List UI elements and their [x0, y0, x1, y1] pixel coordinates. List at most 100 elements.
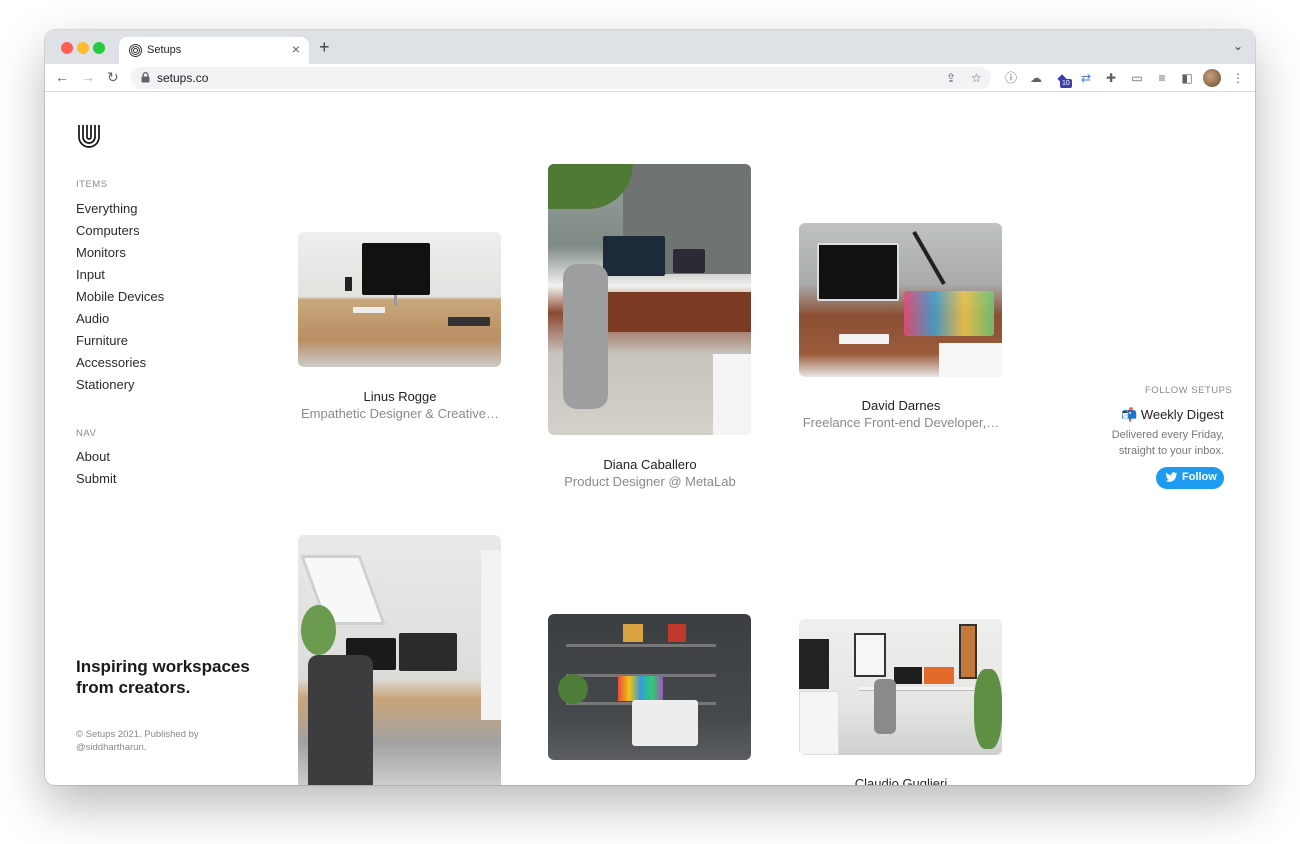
- chair-shape: [563, 264, 608, 409]
- tab-strip: Setups × + ⌄: [45, 30, 1255, 64]
- setups-favicon-icon: [129, 44, 142, 57]
- items-section-label: ITEMS: [76, 179, 108, 190]
- setups-logo-icon[interactable]: [76, 123, 102, 149]
- extensions-puzzle-icon[interactable]: ✚: [1103, 70, 1119, 86]
- nav-section-label: NAV: [76, 428, 97, 439]
- speaker-shape: [345, 277, 352, 291]
- card-name[interactable]: David Darnes: [796, 398, 1006, 413]
- profile-avatar[interactable]: [1203, 69, 1221, 87]
- monitor-right-shape: [924, 667, 954, 684]
- setup-photo-claudio-guglieri[interactable]: [799, 619, 1002, 755]
- sidebar-item-input[interactable]: Input: [76, 267, 105, 282]
- reading-list-icon[interactable]: ≡: [1154, 70, 1170, 86]
- sidebar-item-furniture[interactable]: Furniture: [76, 333, 128, 348]
- sidebar-item-computers[interactable]: Computers: [76, 223, 140, 238]
- translate-icon[interactable]: ⇄: [1078, 70, 1094, 86]
- tab-close-icon[interactable]: ×: [292, 42, 300, 56]
- page-content: ITEMS Everything Computers Monitors Inpu…: [45, 93, 1255, 785]
- imac-shape: [632, 700, 698, 746]
- digest-title-text: Weekly Digest: [1140, 407, 1224, 422]
- nav-item-about[interactable]: About: [76, 449, 110, 464]
- monitor-shape: [362, 243, 430, 295]
- setup-photo-5[interactable]: [548, 614, 751, 760]
- card-name[interactable]: Linus Rogge: [295, 389, 505, 404]
- digest-description: Delivered every Friday, straight to your…: [1111, 429, 1224, 457]
- desk-shape: [588, 292, 751, 332]
- new-tab-icon[interactable]: +: [319, 38, 330, 56]
- drawer-unit-shape: [939, 343, 1002, 377]
- cast-icon[interactable]: ▭: [1129, 70, 1145, 86]
- sidebar-item-accessories[interactable]: Accessories: [76, 355, 146, 370]
- monitor-stand-shape: [394, 295, 397, 305]
- tab-search-chevron-icon[interactable]: ⌄: [1233, 40, 1243, 52]
- url-text[interactable]: setups.co: [157, 71, 208, 85]
- desk-mat-shape: [448, 317, 490, 326]
- monitor-shape: [603, 236, 665, 276]
- plant-shape: [558, 674, 588, 704]
- copyright-text: © Setups 2021. Published by @siddharthar…: [76, 729, 199, 753]
- browser-toolbar: ← → ↻ setups.co ⇪ ☆ ⓘ ☁ ◆ 10 ⇄ ✚ ▭ ≡ ◧ ⋮: [45, 64, 1255, 92]
- keyboard-shape: [353, 307, 385, 313]
- sidebar-item-monitors[interactable]: Monitors: [76, 245, 126, 260]
- stickers-shape: [904, 291, 994, 336]
- tv-shape: [799, 639, 829, 689]
- sidebar-item-audio[interactable]: Audio: [76, 311, 109, 326]
- poster-shape: [959, 624, 977, 679]
- password-manager-icon[interactable]: ⓘ: [1003, 70, 1019, 86]
- poster-shape: [854, 633, 886, 677]
- reload-icon[interactable]: ↻: [107, 69, 119, 85]
- setup-photo-4[interactable]: [298, 535, 501, 785]
- twitter-bird-icon: [1165, 472, 1178, 482]
- share-icon[interactable]: ⇪: [946, 70, 956, 86]
- shelf-shape: [566, 644, 716, 647]
- monitor-right-shape: [399, 633, 457, 671]
- address-bar[interactable]: setups.co ⇪ ☆: [131, 67, 991, 89]
- card-name[interactable]: Diana Caballero: [545, 457, 755, 472]
- keyboard-shape: [839, 334, 889, 344]
- mic-arm-shape: [912, 231, 946, 285]
- more-menu-icon[interactable]: ⋮: [1230, 70, 1246, 86]
- art-frame-shape: [623, 624, 643, 642]
- shelf-unit-shape: [799, 691, 839, 755]
- setup-photo-david-darnes[interactable]: [799, 223, 1002, 377]
- side-panel-icon[interactable]: ◧: [1179, 70, 1195, 86]
- forward-arrow-icon[interactable]: →: [81, 69, 95, 85]
- tab-title: Setups: [147, 44, 182, 56]
- extension-badge: 10: [1060, 79, 1072, 88]
- monitor-shape: [817, 243, 899, 301]
- back-arrow-icon[interactable]: ←: [55, 69, 69, 85]
- site-tagline: Inspiring workspaces from creators.: [76, 657, 250, 697]
- card-role: Empathetic Designer & Creative…: [301, 406, 499, 421]
- art-frame-shape: [668, 624, 686, 642]
- chair-shape: [308, 655, 373, 785]
- sidebar-item-mobile-devices[interactable]: Mobile Devices: [76, 289, 164, 304]
- maximize-window-button[interactable]: [93, 42, 105, 54]
- setup-photo-linus-rogge[interactable]: [298, 232, 501, 367]
- sidebar-item-everything[interactable]: Everything: [76, 201, 137, 216]
- weekly-digest-title[interactable]: 📬 Weekly Digest: [1121, 407, 1224, 423]
- twitter-follow-button[interactable]: Follow: [1156, 467, 1224, 489]
- books-shape: [618, 676, 663, 701]
- plant-leaves-shape: [548, 164, 633, 209]
- tab-setups[interactable]: Setups ×: [119, 37, 309, 64]
- laptop-shape: [673, 249, 705, 273]
- mailbox-icon: 📬: [1121, 407, 1138, 422]
- follow-setups-label: FOLLOW SETUPS: [1145, 385, 1233, 396]
- chair-shape: [874, 679, 896, 734]
- cloud-icon[interactable]: ☁: [1028, 70, 1044, 86]
- sidebar-item-stationery[interactable]: Stationery: [76, 377, 135, 392]
- setup-photo-diana-caballero[interactable]: [548, 164, 751, 435]
- monitor-left-shape: [894, 667, 922, 684]
- drawer-unit-shape: [713, 354, 751, 435]
- bookmark-star-icon[interactable]: ☆: [971, 70, 982, 86]
- nav-item-submit[interactable]: Submit: [76, 471, 116, 486]
- close-window-button[interactable]: [61, 42, 73, 54]
- browser-window: Setups × + ⌄ ← → ↻ setups.co ⇪ ☆ ⓘ ☁ ◆ 1…: [45, 30, 1255, 785]
- plant-shape: [974, 669, 1002, 749]
- card-name[interactable]: Claudio Guglieri: [796, 776, 1006, 785]
- card-role: Product Designer @ MetaLab: [564, 474, 736, 489]
- card-role: Freelance Front-end Developer,…: [802, 415, 1000, 430]
- minimize-window-button[interactable]: [77, 42, 89, 54]
- follow-button-label: Follow: [1182, 471, 1217, 483]
- lock-icon: [141, 72, 150, 83]
